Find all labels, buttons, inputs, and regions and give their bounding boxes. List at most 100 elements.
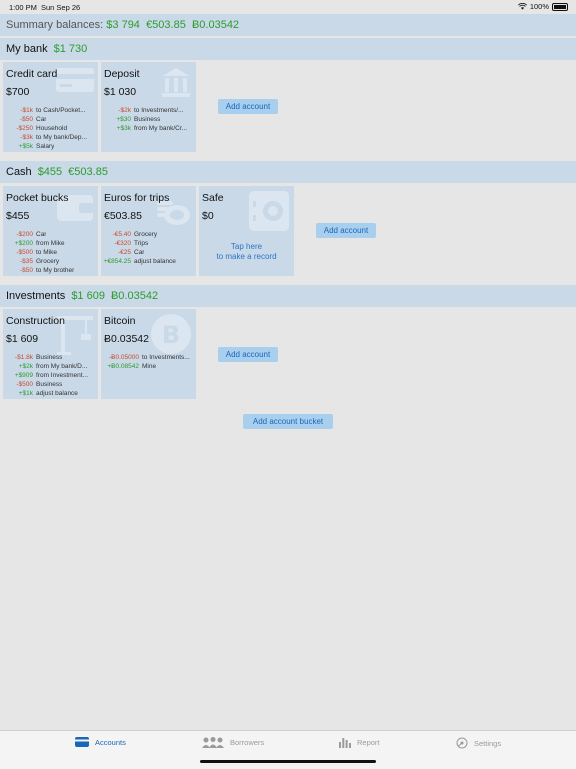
- transaction-desc: Mine: [142, 363, 157, 370]
- transaction-desc: Household: [36, 125, 68, 132]
- people-icon: [202, 737, 224, 748]
- summary-value-usd: $3 794: [106, 19, 140, 31]
- account-card-credit-card[interactable]: Credit card $700 -$1k to Cash/Pocket... -…: [3, 62, 98, 152]
- transaction-amount: +$5k: [18, 143, 33, 150]
- transaction-desc: to Cash/Pocket...: [36, 107, 86, 114]
- add-account-button-my-bank[interactable]: Add account: [218, 99, 278, 114]
- transaction-desc: from My bank/D...: [36, 363, 88, 370]
- transaction-row: -$500 Business: [3, 380, 98, 389]
- svg-text:B: B: [162, 321, 180, 349]
- transaction-amount: -$50: [19, 267, 33, 274]
- transaction-row: +€854.25 adjust balance: [101, 257, 196, 266]
- transaction-amount: +$909: [14, 372, 33, 379]
- add-account-button-investments[interactable]: Add account: [218, 347, 278, 362]
- transaction-amount: +$1k: [18, 390, 33, 397]
- transaction-amount: +€854.25: [103, 258, 131, 265]
- summary-label: Summary balances:: [6, 19, 104, 31]
- status-right: 100%: [517, 2, 568, 11]
- tab-accounts[interactable]: Accounts: [75, 737, 126, 747]
- credit-card-icon: [56, 68, 94, 92]
- transaction-amount: -$2k: [118, 107, 131, 114]
- bucket-balance-btc: Ƀ0.03542: [110, 290, 159, 302]
- transaction-row: +$2k from My bank/D...: [3, 362, 98, 371]
- transaction-row: +$1k adjust balance: [3, 389, 98, 398]
- summary-value-btc: Ƀ0.03542: [191, 19, 240, 31]
- card-icon: [75, 737, 89, 747]
- bucket-name: My bank: [6, 43, 48, 55]
- tab-borrowers[interactable]: Borrowers: [202, 737, 264, 748]
- account-card-deposit[interactable]: Deposit $1 030 -$2k to Investments/... +$…: [101, 62, 196, 152]
- tab-settings[interactable]: Settings: [456, 737, 501, 749]
- tab-label: Settings: [474, 738, 502, 748]
- account-title: Euros for trips: [104, 192, 170, 204]
- transaction-row: -$2k to Investments/...: [101, 106, 196, 115]
- add-account-bucket-button[interactable]: Add account bucket: [243, 414, 333, 429]
- account-card-safe[interactable]: Safe $0 Tap here to make a record: [199, 186, 294, 276]
- transaction-amount: +Ƀ0.08542: [107, 363, 139, 370]
- bucket-header-my-bank[interactable]: My bank $1 730: [0, 38, 576, 60]
- transaction-row: -Ƀ0.05000 to Investments...: [101, 353, 196, 362]
- battery-icon: [552, 2, 568, 11]
- tab-report[interactable]: Report: [339, 737, 380, 748]
- wifi-icon: [517, 3, 527, 10]
- transaction-desc: to Mike: [36, 249, 57, 256]
- transaction-list: -$1k to Cash/Pocket... -$50 Car -$250 House…: [3, 106, 98, 151]
- transaction-desc: adjust balance: [36, 390, 78, 397]
- account-balance: $700: [6, 86, 30, 98]
- transaction-desc: adjust balance: [134, 258, 176, 265]
- transaction-amount: +$200: [14, 240, 33, 247]
- transaction-amount: -€25: [117, 249, 131, 256]
- transaction-desc: Business: [134, 116, 161, 123]
- transaction-desc: to My bank/Dep...: [36, 134, 87, 141]
- tab-label: Borrowers: [230, 738, 265, 747]
- account-balance: $0: [202, 210, 214, 222]
- bank-building-icon: [162, 68, 190, 97]
- transaction-amount: -$200: [16, 231, 33, 238]
- bucket-name: Investments: [6, 290, 66, 302]
- transaction-row: -€320 Trips: [101, 239, 196, 248]
- home-indicator: [200, 760, 376, 763]
- transaction-list: -$1.8k Business +$2k from My bank/D... +$9…: [3, 353, 98, 398]
- transaction-row: +Ƀ0.08542 Mine: [101, 362, 196, 371]
- account-title: Construction: [6, 315, 65, 327]
- transaction-desc: Salary: [36, 143, 55, 150]
- account-card-bitcoin[interactable]: B Bitcoin Ƀ0.03542 -Ƀ0.05000 to Investmen…: [101, 309, 196, 399]
- account-title: Safe: [202, 192, 224, 204]
- bucket-balance-usd: $455: [37, 166, 63, 178]
- transaction-desc: to Investments...: [142, 354, 190, 361]
- transaction-list: -€5.40 Grocery -€320 Trips -€25 Car +€854.2…: [101, 230, 196, 266]
- transaction-row: +$3k from My bank/Cr...: [101, 124, 196, 133]
- transaction-desc: Car: [36, 231, 47, 238]
- transaction-row: -$1.8k Business: [3, 353, 98, 362]
- tap-to-record-hint[interactable]: Tap here to make a record: [199, 242, 294, 262]
- transaction-amount: -Ƀ0.05000: [109, 354, 139, 361]
- tab-label: Accounts: [95, 737, 126, 747]
- account-card-pocket-bucks[interactable]: Pocket bucks $455 -$200 Car +$200 from Mik…: [3, 186, 98, 276]
- transaction-desc: from Mike: [36, 240, 65, 247]
- add-account-button-cash[interactable]: Add account: [316, 223, 376, 238]
- transaction-desc: to My brother: [36, 267, 75, 274]
- account-card-construction[interactable]: Construction $1 609 -$1.8k Business +$2k f…: [3, 309, 98, 399]
- account-card-euros-for-trips[interactable]: Euros for trips €503.85 -€5.40 Grocery -€…: [101, 186, 196, 276]
- transaction-row: -$3k to My bank/Dep...: [3, 133, 98, 142]
- tap-hint-line1: Tap here: [230, 242, 263, 251]
- account-title: Deposit: [104, 68, 140, 80]
- bucket-header-investments[interactable]: Investments $1 609 Ƀ0.03542: [0, 285, 576, 307]
- transaction-row: -$200 Car: [3, 230, 98, 239]
- account-title: Credit card: [6, 68, 58, 80]
- account-balance: Ƀ0.03542: [104, 333, 149, 345]
- bucket-header-cash[interactable]: Cash $455 €503.85: [0, 161, 576, 183]
- transaction-desc: Business: [36, 381, 63, 388]
- transaction-row: +$909 from Investment...: [3, 371, 98, 380]
- transaction-desc: Grocery: [134, 231, 158, 238]
- transaction-list: -$200 Car +$200 from Mike -$500 to Mike -$3…: [3, 230, 98, 275]
- status-bar: 1:00 PM Sun Sep 26 100%: [0, 0, 576, 14]
- transaction-amount: -$1k: [20, 107, 33, 114]
- transaction-amount: -$3k: [20, 134, 33, 141]
- transaction-row: -$1k to Cash/Pocket...: [3, 106, 98, 115]
- transaction-row: -$35 Grocery: [3, 257, 98, 266]
- transaction-desc: from Investment...: [36, 372, 89, 379]
- transaction-amount: -$1.8k: [14, 354, 33, 361]
- transaction-desc: Business: [36, 354, 63, 361]
- transaction-row: +$30 Business: [101, 115, 196, 124]
